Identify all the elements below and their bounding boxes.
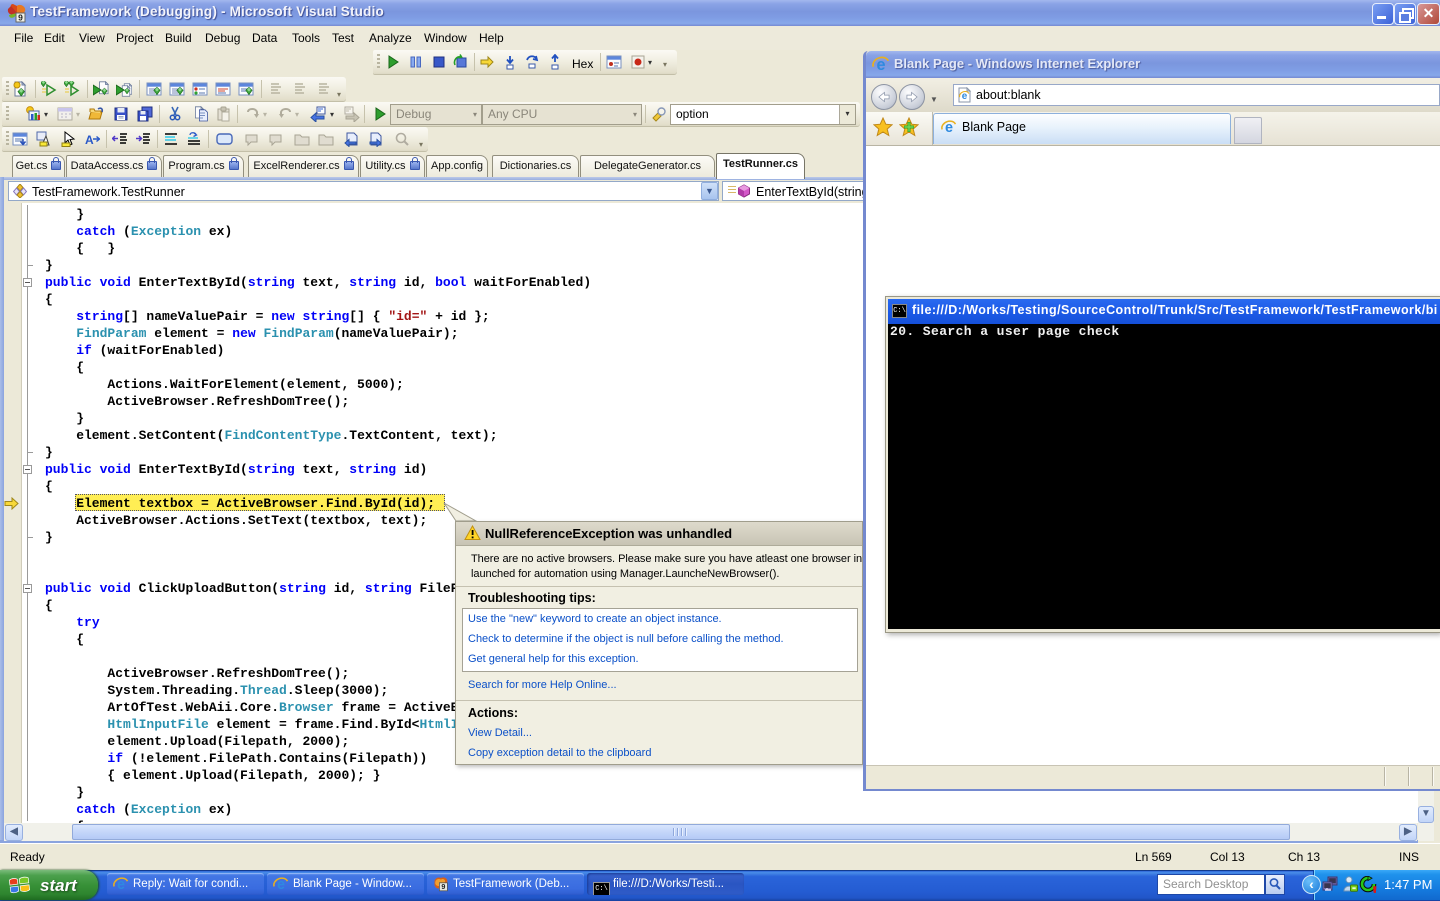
svg-text:9: 9 <box>18 13 23 23</box>
svg-text:9: 9 <box>441 882 445 891</box>
svg-text:A: A <box>85 133 94 147</box>
